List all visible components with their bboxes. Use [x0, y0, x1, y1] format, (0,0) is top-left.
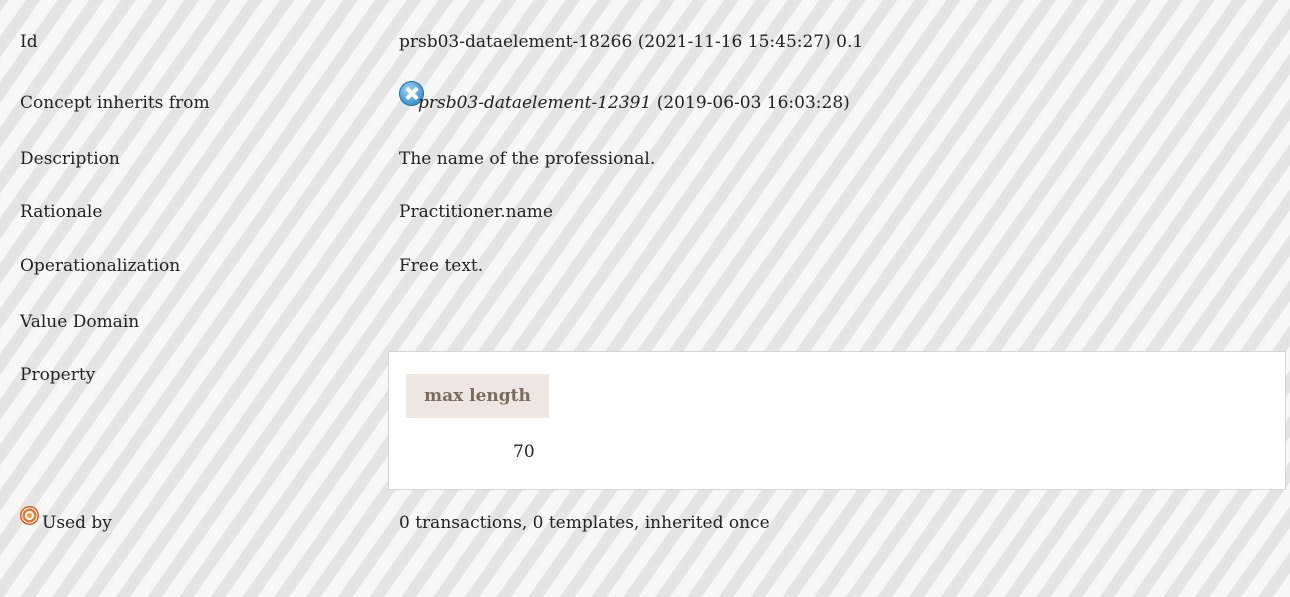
inherited-concept-date: (2019-06-03 16:03:28) [656, 93, 850, 113]
description-value: The name of the professional. [399, 149, 656, 169]
id-label: Id [20, 32, 38, 52]
property-table: max length 70 [388, 351, 1286, 490]
target-icon[interactable] [20, 506, 39, 525]
concept-inherits-label: Concept inherits from [20, 93, 210, 113]
concept-inherits-text: prsb03-dataelement-12391 (2019-06-03 16:… [418, 92, 850, 114]
value-domain-label: Value Domain [20, 312, 140, 332]
property-label: Property [20, 365, 96, 385]
operationalization-label: Operationalization [20, 256, 181, 276]
max-length-value: 70 [513, 442, 535, 462]
max-length-header: max length [406, 374, 549, 418]
description-label: Description [20, 149, 120, 169]
inherited-concept-link[interactable]: prsb03-dataelement-12391 [418, 93, 651, 113]
used-by-label-text: Used by [42, 513, 112, 533]
operationalization-value: Free text. [399, 256, 484, 276]
id-value: prsb03-dataelement-18266 (2021-11-16 15:… [399, 32, 864, 52]
rationale-label: Rationale [20, 202, 103, 222]
used-by-value: 0 transactions, 0 templates, inherited o… [399, 513, 770, 533]
rationale-value: Practitioner.name [399, 202, 553, 222]
